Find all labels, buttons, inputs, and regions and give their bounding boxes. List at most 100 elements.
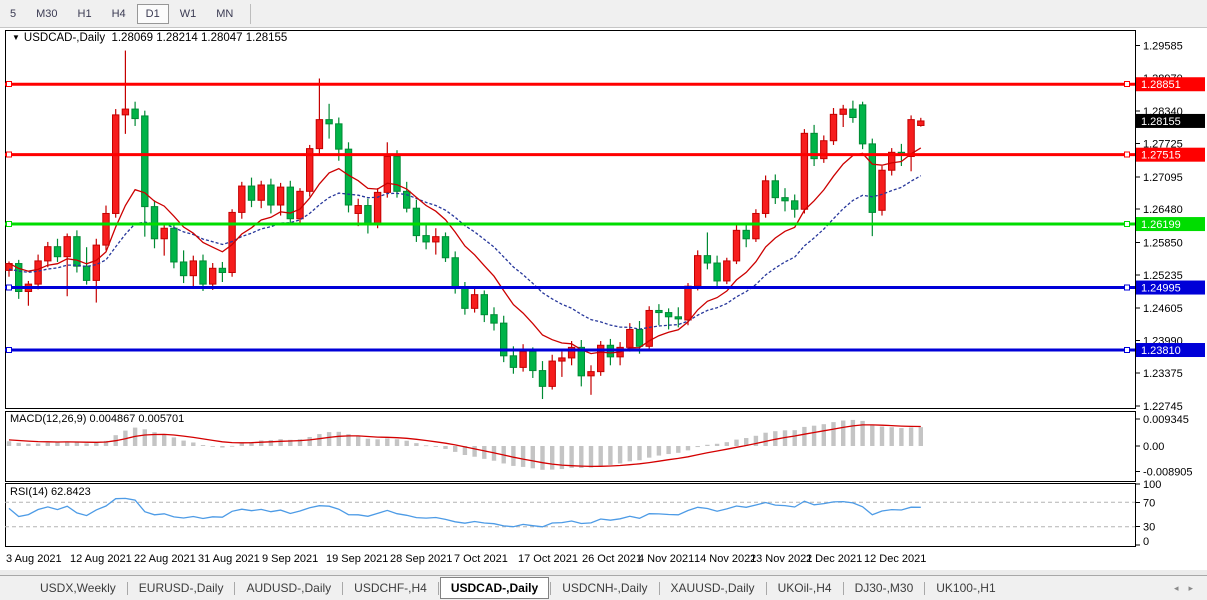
macd-bar <box>472 446 476 457</box>
timeframe-button-mn[interactable]: MN <box>207 4 242 24</box>
date-axis-label: 2 Dec 2021 <box>806 553 862 565</box>
macd-bar <box>443 446 447 449</box>
tab-usdchf-h4[interactable]: USDCHF-,H4 <box>344 578 437 598</box>
macd-bar <box>793 430 797 446</box>
macd-bar <box>220 446 224 448</box>
line-handle[interactable] <box>1125 152 1130 157</box>
tab-eurusd-daily[interactable]: EURUSD-,Daily <box>129 578 234 598</box>
timeframe-button-w1[interactable]: W1 <box>171 4 206 24</box>
candle-body <box>840 109 846 114</box>
candle-body <box>336 124 342 149</box>
line-handle[interactable] <box>7 152 12 157</box>
candle-body <box>83 266 89 280</box>
tab-xauusd-daily[interactable]: XAUUSD-,Daily <box>661 578 765 598</box>
candle-body <box>695 256 701 287</box>
chart-symbol-label: USDCAD-,Daily <box>24 32 105 44</box>
macd-bar <box>899 428 903 446</box>
macd-bar <box>434 446 438 447</box>
tab-uk100-h1[interactable]: UK100-,H1 <box>926 578 1005 598</box>
candle-body <box>733 230 739 261</box>
candle-body <box>171 228 177 262</box>
price-axis-label: 1.25850 <box>1143 237 1183 249</box>
candle-body <box>675 317 681 319</box>
macd-bar <box>482 446 486 459</box>
tab-usdcnh-daily[interactable]: USDCNH-,Daily <box>552 578 657 598</box>
macd-bar <box>17 443 21 446</box>
line-handle[interactable] <box>7 285 12 290</box>
macd-bar <box>909 427 913 446</box>
candle-body <box>685 286 691 320</box>
candle-body <box>559 358 565 361</box>
candle-body <box>35 261 41 284</box>
macd-bar <box>870 425 874 446</box>
line-handle[interactable] <box>7 82 12 87</box>
candle-body <box>113 115 119 214</box>
macd-bar <box>7 441 11 446</box>
candle-body <box>297 191 303 218</box>
scroll-right-icon[interactable]: ▸ <box>1188 583 1193 594</box>
timeframe-button-h1[interactable]: H1 <box>69 4 101 24</box>
candle-body <box>772 181 778 198</box>
timeframe-button-d1[interactable]: D1 <box>137 4 169 24</box>
line-handle[interactable] <box>7 348 12 353</box>
macd-bar <box>240 443 244 446</box>
chart-title: ▼USDCAD-,Daily 1.28069 1.28214 1.28047 1… <box>12 32 287 44</box>
macd-bar <box>162 434 166 446</box>
tab-separator <box>127 582 128 595</box>
tab-ukoil-h4[interactable]: UKOil-,H4 <box>768 578 842 598</box>
date-axis-label: 22 Aug 2021 <box>134 553 196 565</box>
macd-bar <box>259 440 263 446</box>
rsi-indicator-label: RSI(14) 62.8423 <box>10 486 91 498</box>
macd-bar <box>375 439 379 446</box>
date-axis-label: 12 Aug 2021 <box>70 553 132 565</box>
tab-audusd-daily[interactable]: AUDUSD-,Daily <box>236 578 341 598</box>
timeframe-button-h4[interactable]: H4 <box>103 4 135 24</box>
candle-body <box>54 247 60 257</box>
candle-body <box>64 237 70 257</box>
macd-bar <box>84 443 88 446</box>
candle-body <box>452 258 458 289</box>
line-handle[interactable] <box>1125 348 1130 353</box>
line-handle[interactable] <box>1125 285 1130 290</box>
candle-body <box>753 213 759 238</box>
macd-bar <box>405 441 409 446</box>
tab-dj30-m30[interactable]: DJ30-,M30 <box>845 578 924 598</box>
candle-body <box>103 213 109 245</box>
macd-bar <box>822 424 826 446</box>
scroll-left-icon[interactable]: ◂ <box>1174 583 1179 594</box>
macd-bar <box>337 432 341 446</box>
macd-bar <box>802 427 806 446</box>
timeframe-button-m30[interactable]: M30 <box>27 4 66 24</box>
macd-bar <box>395 439 399 446</box>
candle-body <box>161 228 167 239</box>
line-handle[interactable] <box>7 222 12 227</box>
macd-bar <box>94 443 98 446</box>
chart-canvas[interactable]: 1.295851.289701.283401.277251.270951.264… <box>0 0 1207 600</box>
candle-body <box>704 256 710 263</box>
macd-bar <box>647 446 651 458</box>
date-axis-label: 17 Oct 2021 <box>518 553 578 565</box>
candle-body <box>248 186 254 200</box>
tab-usdx-weekly[interactable]: USDX,Weekly <box>30 578 126 598</box>
macd-bar <box>686 446 690 450</box>
candle-body <box>588 372 594 376</box>
candle-body <box>918 121 924 126</box>
line-handle[interactable] <box>1125 82 1130 87</box>
rsi-panel[interactable] <box>6 484 1136 547</box>
symbol-dropdown-icon[interactable]: ▼ <box>12 33 20 42</box>
macd-bar <box>812 426 816 446</box>
macd-bar <box>269 440 273 446</box>
candle-body <box>316 120 322 149</box>
tab-usdcad-daily[interactable]: USDCAD-,Daily <box>440 577 549 599</box>
rsi-axis-label: 100 <box>1143 479 1161 491</box>
macd-bar <box>569 446 573 468</box>
tab-separator <box>438 582 439 595</box>
macd-bar <box>46 443 50 446</box>
candle-body <box>326 120 332 124</box>
price-axis-label: 1.27095 <box>1143 172 1183 184</box>
timeframe-button-5[interactable]: 5 <box>1 4 25 24</box>
macd-bar <box>734 440 738 446</box>
line-handle[interactable] <box>1125 222 1130 227</box>
candle-body <box>219 268 225 272</box>
candle-body <box>908 120 914 157</box>
